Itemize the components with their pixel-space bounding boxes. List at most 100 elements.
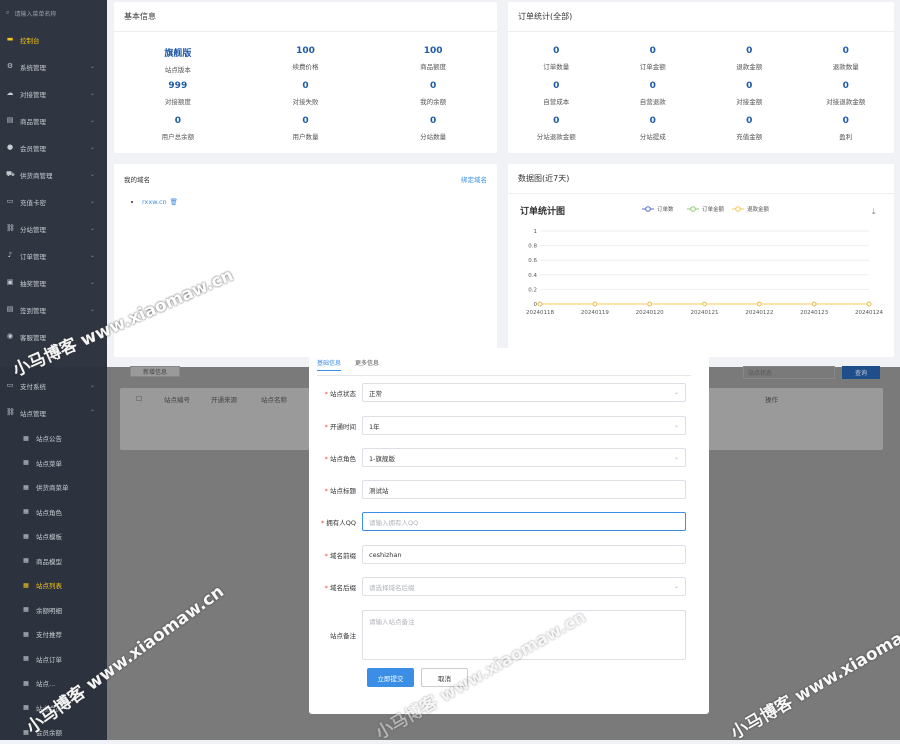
field-input[interactable]: 请输入拥有人QQ [362, 512, 686, 531]
stat-cell: 100 续费价格 [242, 40, 370, 75]
trash-icon[interactable]: 🗑 [170, 198, 178, 206]
data-point[interactable] [647, 301, 652, 307]
sidebar-subitem[interactable]: ▦ 站点角色 [0, 500, 107, 525]
field-value: 请选择域名后缀 [369, 583, 415, 592]
stat-value: 0 [649, 46, 656, 56]
domain-card: 我的域名 绑定域名 rxxw.cn🗑 [114, 164, 497, 357]
sidebar-item[interactable]: ⛓ 站点管理 ⌃ [0, 399, 107, 426]
add-button[interactable]: 新增信息 [130, 366, 180, 377]
field-select[interactable]: 1-旗舰版 ⌄ [362, 448, 686, 467]
stat-value: 0 [842, 81, 849, 91]
user-icon: ● [6, 143, 14, 151]
field-select[interactable]: 请选择域名后缀 ⌄ [362, 577, 686, 596]
stat-label: 充值金额 [736, 133, 763, 141]
data-point[interactable] [811, 301, 817, 307]
field-label-text: 站点状态 [330, 389, 356, 398]
data-point[interactable] [537, 301, 543, 307]
data-point[interactable] [702, 301, 707, 307]
gift-icon: ▣ [6, 278, 14, 286]
stat-label: 对接额度 [164, 98, 191, 106]
stat-cell: 0 充值金额 [701, 110, 798, 145]
submit-button[interactable]: 立即提交 [367, 668, 414, 687]
field-label: 站点备注 [309, 630, 362, 640]
menu-search[interactable]: ⌕ 请输入菜单名称 [0, 0, 107, 26]
domain-link[interactable]: rxxw.cn [142, 198, 167, 206]
stat-cell: 0 我的余额 [369, 75, 497, 110]
sidebar-item-label: 支付系统 [20, 382, 46, 391]
sidebar-item[interactable]: ▭ 充值卡密 ⌄ [0, 188, 107, 215]
stat-cell: 999 对接额度 [114, 75, 242, 110]
stat-label: 站点版本 [164, 66, 191, 74]
tab-more[interactable]: 更多信息 [355, 358, 379, 371]
field-label-text: 域名后缀 [330, 583, 356, 592]
download-icon[interactable]: ⤓ [872, 207, 876, 216]
sidebar-item[interactable]: ● 会员管理 ⌄ [0, 134, 107, 161]
tab-basic[interactable]: 基础信息 [317, 358, 342, 371]
legend-label[interactable]: 订单金额 [702, 205, 725, 213]
sidebar-item-label: 充值卡密 [20, 198, 46, 207]
field-input[interactable]: ceshizhan [362, 545, 686, 564]
field-select[interactable]: 正常 ⌄ [362, 383, 686, 402]
basic-info-title: 基本信息 [114, 2, 497, 32]
stat-label: 退款数量 [832, 63, 859, 71]
sidebar-subitem[interactable]: ▦ 支付推荐 [0, 622, 107, 647]
chart-card: 数据图(近7天) 订单统计图 订单数 订单金额 退款金额 ⤓ 0 0.2 0.4 0.6 0.8 1… [508, 164, 894, 357]
sidebar-item[interactable]: ☁ 对接管理 ⌄ [0, 80, 107, 107]
sidebar-item[interactable]: ▤ 签到管理 ⌄ [0, 296, 107, 323]
stat-cell: 0 订单数量 [508, 40, 605, 75]
sidebar-item[interactable]: ▤ 商品管理 ⌄ [0, 107, 107, 134]
sidebar-item[interactable]: ⛟ 供货商管理 ⌄ [0, 161, 107, 188]
select-all-checkbox[interactable]: ☐ [136, 395, 164, 403]
sidebar-subitem[interactable]: ▦ 商品模型 [0, 549, 107, 574]
field-label-text: 站点标题 [330, 486, 356, 495]
sidebar-subitem[interactable]: ▦ 站点模板 [0, 524, 107, 549]
menu-search-placeholder: 请输入菜单名称 [14, 10, 57, 18]
sidebar-item-label: 对接管理 [20, 90, 46, 99]
sidebar-subitem[interactable]: ▦ 站点公告 [0, 426, 107, 451]
x-tick-label: 20240118 [526, 310, 554, 316]
sidebar-item[interactable]: ♪ 订单管理 ⌄ [0, 242, 107, 269]
sidebar-item[interactable]: ⛓ 分站管理 ⌄ [0, 215, 107, 242]
stat-label: 用户数量 [292, 133, 319, 141]
sidebar-subitem[interactable]: ▦ 供货商菜单 [0, 475, 107, 500]
field-input[interactable]: 测试站 [362, 480, 686, 499]
sidebar-subitem[interactable]: ▦ 站点菜单 [0, 451, 107, 476]
stat-cell: 0 退款金额 [701, 40, 798, 75]
field-label: * 域名前缀 [309, 550, 362, 560]
form-row: * 站点角色 1-旗舰版 ⌄ [309, 448, 686, 467]
sidebar-subitem-label: 站点菜单 [36, 459, 62, 468]
status-filter[interactable]: 站点状态 [743, 366, 835, 379]
sidebar-subitem[interactable]: ▦ 站点列表 [0, 573, 107, 598]
form-row: * 拥有人QQ 请输入拥有人QQ [309, 512, 686, 531]
data-point[interactable] [866, 301, 872, 307]
sidebar-item[interactable]: ▬ 控制台 [0, 26, 107, 53]
data-point[interactable] [592, 301, 598, 307]
stat-label: 用户总余额 [161, 133, 195, 141]
sidebar-item-label: 控制台 [20, 36, 40, 45]
chart-title: 订单统计图 [520, 205, 565, 217]
stat-value: 100 [423, 46, 443, 56]
sidebar-item-label: 系统管理 [20, 63, 46, 72]
bind-domain-link[interactable]: 绑定域名 [461, 174, 487, 184]
x-tick-label: 20240120 [636, 310, 664, 316]
stat-value: 0 [842, 46, 849, 56]
grid-icon: ▦ [23, 459, 29, 467]
sidebar: ⌕ 请输入菜单名称 ▬ 控制台 ⚙ 系统管理 ⌄ ☁ 对接管理 ⌄ ▤ 商品管理 ⌄ ● 会员管理 ⌄ ⛟ 供… [0, 0, 107, 367]
field-select[interactable]: 1年 ⌄ [362, 416, 686, 435]
grid-icon: ▦ [23, 655, 29, 663]
sidebar-item-label: 订单管理 [20, 252, 46, 261]
field-label-text: 拥有人QQ [326, 518, 356, 527]
sidebar-item[interactable]: ▣ 抽奖管理 ⌄ [0, 269, 107, 296]
search-button[interactable]: 查询 [842, 366, 880, 379]
chevron-down-icon: ⌄ [89, 90, 95, 97]
legend-label[interactable]: 退款金额 [747, 205, 770, 213]
sidebar-subitem[interactable]: ▦ 余额明细 [0, 598, 107, 623]
grid-icon: ▦ [23, 557, 29, 565]
field-label: * 站点标题 [309, 485, 362, 495]
field-label: * 域名后缀 [309, 582, 362, 592]
data-point[interactable] [757, 301, 762, 307]
stat-label: 盈利 [839, 133, 853, 141]
stat-value: 0 [430, 81, 437, 91]
legend-label[interactable]: 订单数 [657, 205, 674, 213]
sidebar-item[interactable]: ⚙ 系统管理 ⌄ [0, 53, 107, 80]
